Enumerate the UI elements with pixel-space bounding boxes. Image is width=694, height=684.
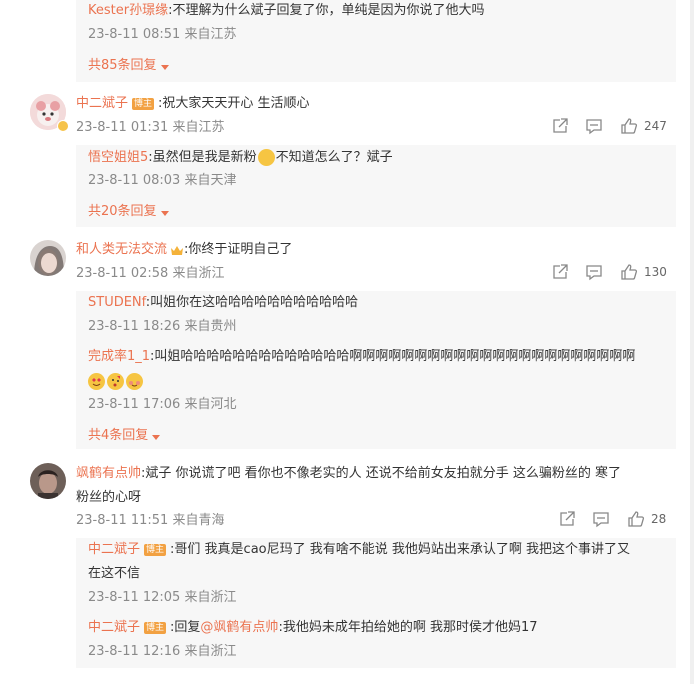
reply-text: :虽然但是我是新粉: [148, 150, 257, 165]
comment-author[interactable]: 中二斌子: [76, 96, 128, 111]
reply-block: STUDENf:叫姐你在这哈哈哈哈哈哈哈哈哈哈哈 23-8-11 18:26 来…: [76, 291, 676, 449]
author-badge: 博主: [144, 621, 167, 634]
reply-text: :叫姐你在这哈哈哈哈哈哈哈哈哈哈哈: [145, 295, 359, 310]
heart-eyes-emoji-icon: [88, 373, 105, 390]
reply-item: STUDENf:叫姐你在这哈哈哈哈哈哈哈哈哈哈哈: [88, 293, 358, 313]
avatar[interactable]: [30, 240, 66, 276]
verified-badge-icon: [57, 120, 69, 132]
chevron-down-icon: [160, 210, 169, 216]
chevron-down-icon: [160, 64, 169, 70]
emoji-row: [88, 372, 145, 392]
reply-text-line2: 在这不信: [88, 566, 141, 581]
reply-text: :不理解为什么斌子回复了你，单纯是因为你说了他大吗: [168, 3, 485, 18]
reply-author[interactable]: 中二斌子: [88, 620, 140, 635]
share-icon[interactable]: [548, 117, 572, 135]
reply-prefix: :回复: [170, 620, 201, 635]
reply-text: :我他妈未成年拍给她的啊 我那时侯才他妈17: [278, 620, 538, 635]
reply-author[interactable]: 中二斌子: [88, 542, 140, 557]
more-replies-link[interactable]: 共85条回复: [88, 56, 169, 76]
share-icon[interactable]: [555, 510, 579, 528]
comment-actions: 130: [548, 263, 667, 281]
reply-text: :哥们 我真是cao尼玛了 我有啥不能说 我他妈站出来承认了啊 我把这个事讲了又: [170, 542, 631, 557]
more-replies-link[interactable]: 共20条回复: [88, 202, 169, 222]
comment-actions: 28: [555, 510, 666, 528]
author-badge: 博主: [132, 97, 155, 110]
crown-icon: [171, 245, 184, 255]
reply-meta: 23-8-11 08:51 来自江苏: [88, 27, 237, 42]
like-count: 28: [651, 512, 667, 526]
comment-header: 中二斌子 博主:祝大家天天开心 生活顺心: [76, 94, 310, 114]
reply-item: 中二斌子 博主:回复@飒鹤有点帅:我他妈未成年拍给她的啊 我那时侯才他妈17: [88, 618, 538, 638]
comment-icon[interactable]: [582, 117, 606, 135]
reply-author[interactable]: 悟空姐姐5: [88, 150, 148, 165]
mention-link[interactable]: @飒鹤有点帅: [200, 620, 278, 635]
reply-author[interactable]: Kester孙璟缘: [88, 3, 168, 18]
more-replies-label: 共20条回复: [88, 204, 157, 219]
reply-text: :叫姐哈哈哈哈哈哈哈哈哈哈哈哈哈啊啊啊啊啊啊啊啊啊啊啊啊啊啊啊啊啊啊啊啊啊啊: [150, 349, 636, 364]
reply-author[interactable]: STUDENf: [88, 295, 146, 310]
reply-text-cont: 不知道怎么了？斌子: [275, 150, 393, 165]
reply-block: 悟空姐姐5:虽然但是我是新粉 不知道怎么了？斌子 23-8-11 08:03 来自…: [76, 145, 676, 227]
like-icon[interactable]: [618, 117, 640, 135]
reply-item: 悟空姐姐5:虽然但是我是新粉 不知道怎么了？斌子: [88, 148, 393, 168]
reply-meta: 23-8-11 12:05 来自浙江: [88, 590, 237, 605]
reply-meta: 23-8-11 08:03 来自天津: [88, 173, 237, 188]
comment-header: 飒鹤有点帅:斌子 你说谎了吧 看你也不像老实的人 还说不给前女友拍就分手 这么骗…: [76, 464, 621, 484]
like-count: 130: [644, 265, 667, 279]
reply-author[interactable]: 完成率1_1: [88, 349, 150, 364]
like-icon[interactable]: [618, 263, 640, 281]
scrollbar[interactable]: [690, 0, 694, 684]
more-replies-link[interactable]: 共4条回复: [88, 426, 161, 446]
comment-meta: 23-8-11 11:51 来自青海: [76, 513, 225, 528]
comment-header: 和人类无法交流 :你终于证明自己了: [76, 240, 292, 260]
reply-item: 完成率1_1:叫姐哈哈哈哈哈哈哈哈哈哈哈哈哈啊啊啊啊啊啊啊啊啊啊啊啊啊啊啊啊啊啊…: [88, 347, 635, 367]
chevron-down-icon: [152, 434, 161, 440]
author-badge: 博主: [144, 543, 167, 556]
avatar[interactable]: [30, 463, 66, 499]
reply-meta: 23-8-11 17:06 来自河北: [88, 397, 237, 412]
reply-meta: 23-8-11 18:26 来自贵州: [88, 319, 237, 334]
reply-meta: 23-8-11 12:16 来自浙江: [88, 644, 237, 659]
blush-emoji-icon: [126, 373, 143, 390]
emoji-icon: [257, 149, 275, 166]
more-replies-label: 共85条回复: [88, 58, 157, 73]
comment-meta: 23-8-11 02:58 来自浙江: [76, 266, 225, 281]
comment-icon[interactable]: [582, 263, 606, 281]
avatar-image: [30, 463, 66, 499]
kiss-emoji-icon: [107, 373, 124, 390]
comment-meta: 23-8-11 01:31 来自江苏: [76, 120, 225, 135]
avatar-image: [30, 240, 66, 276]
share-icon[interactable]: [548, 263, 572, 281]
comment-text: :你终于证明自己了: [184, 242, 293, 257]
reply-item: 中二斌子 博主:哥们 我真是cao尼玛了 我有啥不能说 我他妈站出来承认了啊 我把…: [88, 540, 630, 560]
comment-list: Kester孙璟缘:不理解为什么斌子回复了你，单纯是因为你说了他大吗 23-8-…: [0, 0, 694, 684]
comment-text: :斌子 你说谎了吧 看你也不像老实的人 还说不给前女友拍就分手 这么骗粉丝的 寒…: [141, 466, 622, 481]
comment-author[interactable]: 飒鹤有点帅: [76, 466, 141, 481]
like-icon[interactable]: [625, 510, 647, 528]
comment-text: :祝大家天天开心 生活顺心: [158, 96, 310, 111]
comment-icon[interactable]: [589, 510, 613, 528]
reply-block: Kester孙璟缘:不理解为什么斌子回复了你，单纯是因为你说了他大吗 23-8-…: [76, 0, 676, 82]
more-replies-label: 共4条回复: [88, 428, 149, 443]
comment-actions: 247: [548, 117, 667, 135]
comment-author[interactable]: 和人类无法交流: [76, 242, 167, 257]
reply-block: 中二斌子 博主:哥们 我真是cao尼玛了 我有啥不能说 我他妈站出来承认了啊 我把…: [76, 538, 676, 668]
like-count: 247: [644, 119, 667, 133]
reply-item: Kester孙璟缘:不理解为什么斌子回复了你，单纯是因为你说了他大吗: [88, 1, 484, 21]
comment-text-line2: 粉丝的心呀: [76, 490, 142, 505]
